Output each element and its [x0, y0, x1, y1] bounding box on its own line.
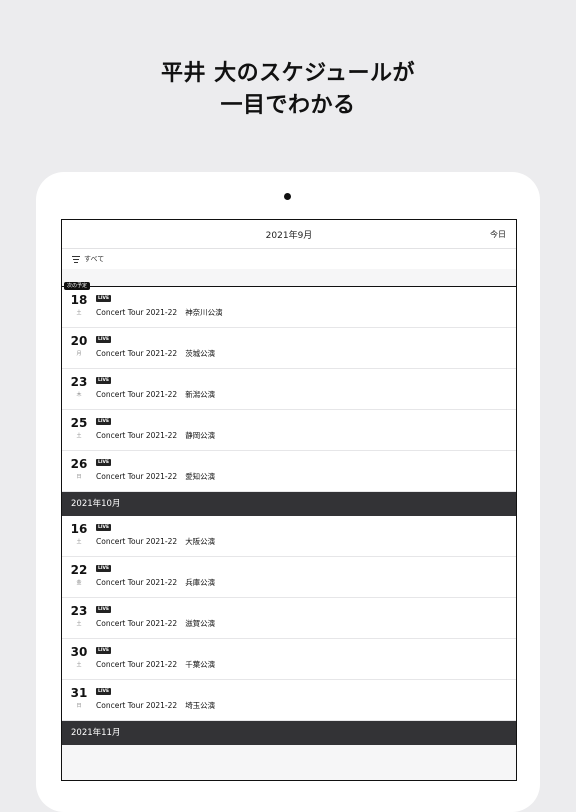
- event-day: 20: [70, 334, 88, 348]
- event-day: 18: [70, 293, 88, 307]
- event-title: Concert Tour 2021-22: [96, 619, 178, 628]
- event-row[interactable]: 22 金 LIVE Concert Tour 2021-22 兵庫公演: [62, 557, 516, 598]
- event-day: 16: [70, 522, 88, 536]
- event-city: 愛知公演: [185, 472, 216, 481]
- event-weekday: 土: [76, 662, 82, 668]
- event-city: 滋賀公演: [185, 619, 216, 628]
- event-title: Concert Tour 2021-22: [96, 537, 178, 546]
- event-city: 兵庫公演: [185, 578, 216, 587]
- event-day: 23: [70, 604, 88, 618]
- event-weekday: 日: [76, 474, 82, 480]
- nav-bar: 2021年9月 今日: [62, 220, 516, 249]
- filter-icon: [72, 256, 80, 265]
- event-title-line: Concert Tour 2021-22 静岡公演: [96, 430, 215, 441]
- live-badge: LIVE: [96, 377, 112, 384]
- event-day: 26: [70, 457, 88, 471]
- event-title-line: Concert Tour 2021-22 千葉公演: [96, 659, 215, 670]
- event-title-line: Concert Tour 2021-22 大阪公演: [96, 536, 215, 547]
- event-title: Concert Tour 2021-22: [96, 390, 178, 399]
- live-badge: LIVE: [96, 295, 112, 302]
- event-title-line: Concert Tour 2021-22 神奈川公演: [96, 307, 223, 318]
- event-title: Concert Tour 2021-22: [96, 431, 178, 440]
- event-city: 神奈川公演: [185, 308, 223, 317]
- live-badge: LIVE: [96, 688, 112, 695]
- today-button[interactable]: 今日: [490, 229, 506, 240]
- month-header: 2021年10月: [62, 492, 516, 516]
- event-weekday: 土: [76, 539, 82, 545]
- event-title: Concert Tour 2021-22: [96, 701, 178, 710]
- spacer: [62, 269, 516, 286]
- event-row[interactable]: 25 土 LIVE Concert Tour 2021-22 静岡公演: [62, 410, 516, 451]
- headline-line-1: 平井 大のスケジュールが: [160, 61, 416, 86]
- event-row[interactable]: 18 土 LIVE Concert Tour 2021-22 神奈川公演: [62, 287, 516, 328]
- schedule-list: 18 土 LIVE Concert Tour 2021-22 神奈川公演 20 月 LIVE C…: [62, 287, 516, 745]
- promo-headline: 平井 大のスケジュールが 一目でわかる: [0, 58, 576, 122]
- event-row[interactable]: 20 月 LIVE Concert Tour 2021-22 茨城公演: [62, 328, 516, 369]
- month-title: 2021年9月: [265, 231, 313, 241]
- event-title-line: Concert Tour 2021-22 兵庫公演: [96, 577, 215, 588]
- event-weekday: 土: [76, 621, 82, 627]
- event-title-line: Concert Tour 2021-22 新潟公演: [96, 389, 215, 400]
- live-badge: LIVE: [96, 647, 112, 654]
- event-title-line: Concert Tour 2021-22 埼玉公演: [96, 700, 215, 711]
- app-screen: 2021年9月 今日 すべて 次の予定 18 土 LIVE Concert Tour …: [61, 219, 517, 781]
- event-day: 31: [70, 686, 88, 700]
- event-row[interactable]: 23 土 LIVE Concert Tour 2021-22 滋賀公演: [62, 598, 516, 639]
- event-day: 23: [70, 375, 88, 389]
- event-row[interactable]: 30 土 LIVE Concert Tour 2021-22 千葉公演: [62, 639, 516, 680]
- event-day: 22: [70, 563, 88, 577]
- front-camera: [284, 193, 291, 200]
- event-title: Concert Tour 2021-22: [96, 349, 178, 358]
- event-title-line: Concert Tour 2021-22 滋賀公演: [96, 618, 215, 629]
- event-weekday: 土: [76, 433, 82, 439]
- live-badge: LIVE: [96, 524, 112, 531]
- event-city: 静岡公演: [185, 431, 216, 440]
- event-title: Concert Tour 2021-22: [96, 578, 178, 587]
- event-weekday: 金: [76, 580, 82, 586]
- event-title: Concert Tour 2021-22: [96, 472, 178, 481]
- live-badge: LIVE: [96, 606, 112, 613]
- event-weekday: 土: [76, 310, 82, 316]
- event-day: 30: [70, 645, 88, 659]
- headline-line-2: 一目でわかる: [220, 93, 356, 118]
- live-badge: LIVE: [96, 418, 112, 425]
- event-weekday: 日: [76, 703, 82, 709]
- month-header: 2021年11月: [62, 721, 516, 745]
- event-city: 茨城公演: [185, 349, 216, 358]
- event-title-line: Concert Tour 2021-22 茨城公演: [96, 348, 215, 359]
- live-badge: LIVE: [96, 459, 112, 466]
- event-row[interactable]: 26 日 LIVE Concert Tour 2021-22 愛知公演: [62, 451, 516, 492]
- live-badge: LIVE: [96, 336, 112, 343]
- live-badge: LIVE: [96, 565, 112, 572]
- event-city: 千葉公演: [185, 660, 216, 669]
- event-title: Concert Tour 2021-22: [96, 308, 178, 317]
- event-row[interactable]: 31 日 LIVE Concert Tour 2021-22 埼玉公演: [62, 680, 516, 721]
- event-city: 埼玉公演: [185, 701, 216, 710]
- filter-bar[interactable]: すべて: [62, 249, 516, 269]
- event-day: 25: [70, 416, 88, 430]
- event-weekday: 木: [76, 392, 82, 398]
- event-title-line: Concert Tour 2021-22 愛知公演: [96, 471, 215, 482]
- event-city: 大阪公演: [185, 537, 216, 546]
- upnext-badge: 次の予定: [64, 282, 91, 290]
- event-row[interactable]: 23 木 LIVE Concert Tour 2021-22 新潟公演: [62, 369, 516, 410]
- event-weekday: 月: [76, 351, 82, 357]
- filter-label: すべて: [84, 255, 105, 263]
- event-row[interactable]: 16 土 LIVE Concert Tour 2021-22 大阪公演: [62, 516, 516, 557]
- event-city: 新潟公演: [185, 390, 216, 399]
- event-title: Concert Tour 2021-22: [96, 660, 178, 669]
